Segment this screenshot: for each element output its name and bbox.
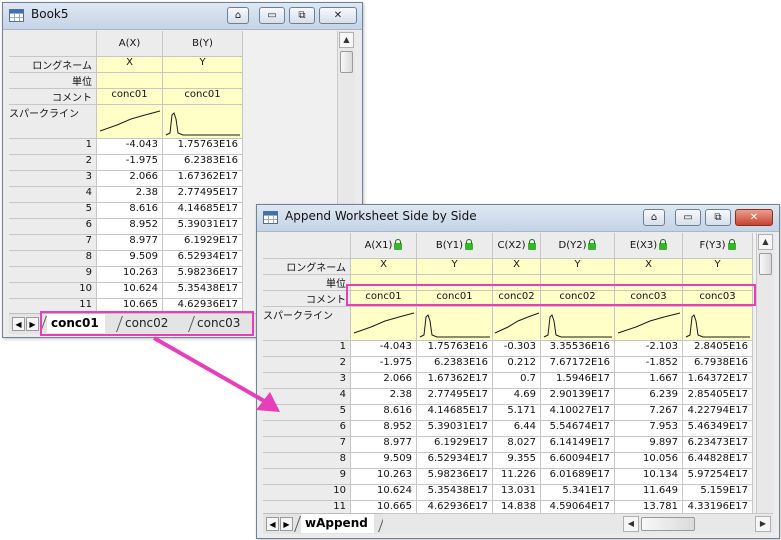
arrow-head xyxy=(256,392,280,412)
arrow-shaft xyxy=(153,336,267,404)
connector-arrow xyxy=(153,336,280,412)
